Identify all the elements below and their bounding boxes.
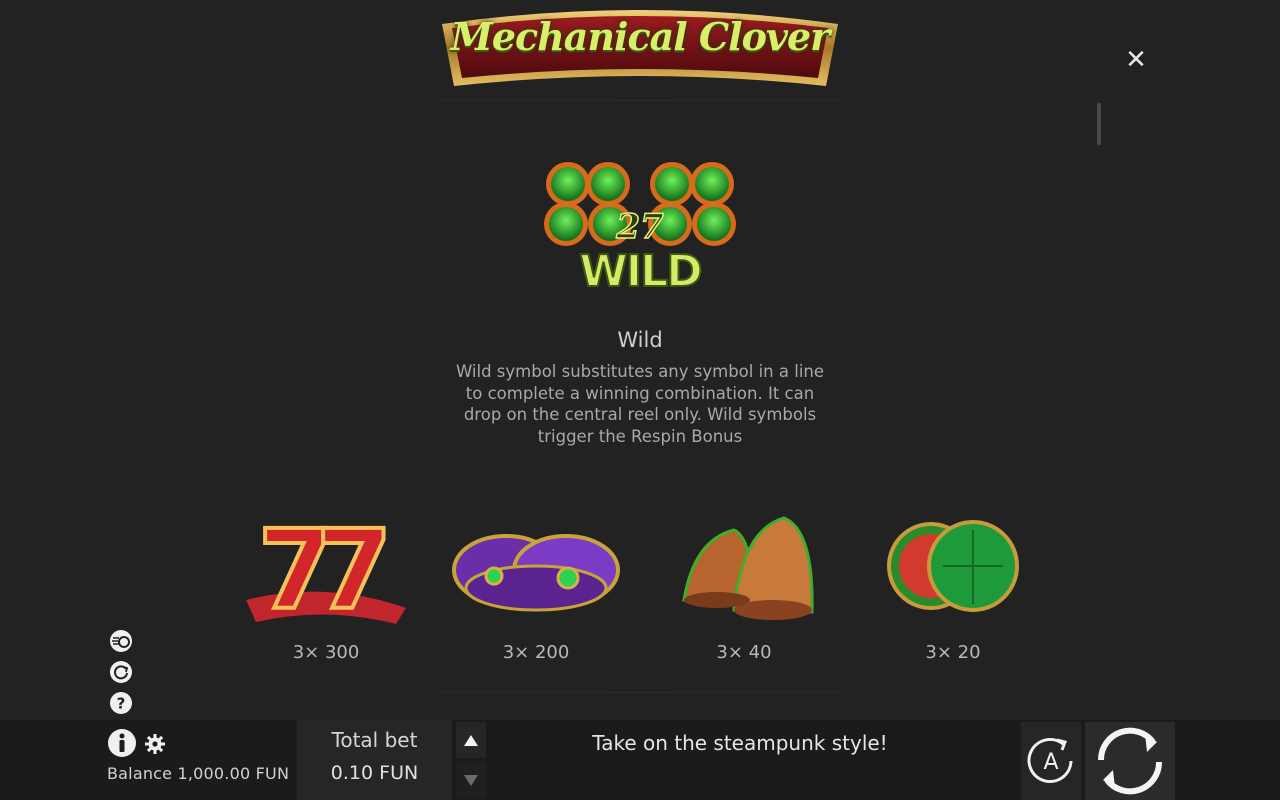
bet-increase-button[interactable] [456, 722, 486, 758]
pay-item-sevens: 7 7 3× 300 [236, 500, 416, 680]
pay-item-bells: 3× 40 [654, 500, 834, 680]
svg-text:27: 27 [615, 207, 664, 247]
svg-text:WILD: WILD [579, 246, 701, 297]
balance-text: Balance 1,000.00 FUN [107, 764, 290, 783]
payout-value: 3× 300 [292, 642, 360, 663]
scrollbar[interactable] [1097, 103, 1101, 145]
svg-text:7: 7 [316, 506, 393, 630]
spin-icon [1097, 727, 1163, 795]
triangle-down-icon [464, 775, 478, 786]
gear-icon[interactable] [144, 733, 166, 755]
top-hats-icon [446, 500, 626, 630]
divider [200, 692, 1080, 693]
close-button[interactable]: ✕ [1124, 47, 1148, 73]
game-title-banner: Mechanical Clover [440, 2, 840, 90]
wild-description: Wild symbol substitutes any symbol in a … [455, 362, 825, 446]
total-bet-label: Total bet [331, 728, 418, 752]
divider [200, 100, 1080, 101]
svg-text:?: ? [117, 695, 126, 713]
payout-value: 3× 40 [716, 642, 772, 663]
info-icon[interactable] [107, 728, 137, 758]
payout-value: 3× 200 [502, 642, 570, 663]
status-message: Take on the steampunk style! [592, 731, 888, 755]
total-bet-panel: Total bet 0.10 FUN [297, 720, 452, 800]
pay-item-top-hats: 3× 200 [446, 500, 626, 680]
watermelons-icon [863, 500, 1043, 630]
bet-decrease-button[interactable] [456, 762, 486, 798]
autoplay-icon: A [1027, 738, 1073, 783]
turbo-icon[interactable] [109, 629, 133, 653]
payout-value: 3× 20 [925, 642, 981, 663]
triangle-up-icon [464, 735, 478, 746]
total-bet-value: 0.10 FUN [330, 762, 419, 784]
wild-title: Wild [617, 328, 663, 352]
bells-icon [654, 500, 834, 630]
sevens-icon: 7 7 [236, 500, 416, 636]
help-icon[interactable]: ? [109, 691, 133, 715]
wild-symbol-icon: 27 WILD [530, 146, 750, 302]
spin-button[interactable] [1085, 722, 1175, 800]
replay-icon[interactable] [109, 660, 133, 684]
game-title: Mechanical Clover [450, 14, 830, 59]
autoplay-label: A [1043, 750, 1058, 775]
autoplay-button[interactable]: A [1021, 722, 1081, 800]
pay-item-watermelons: 3× 20 [863, 500, 1043, 680]
